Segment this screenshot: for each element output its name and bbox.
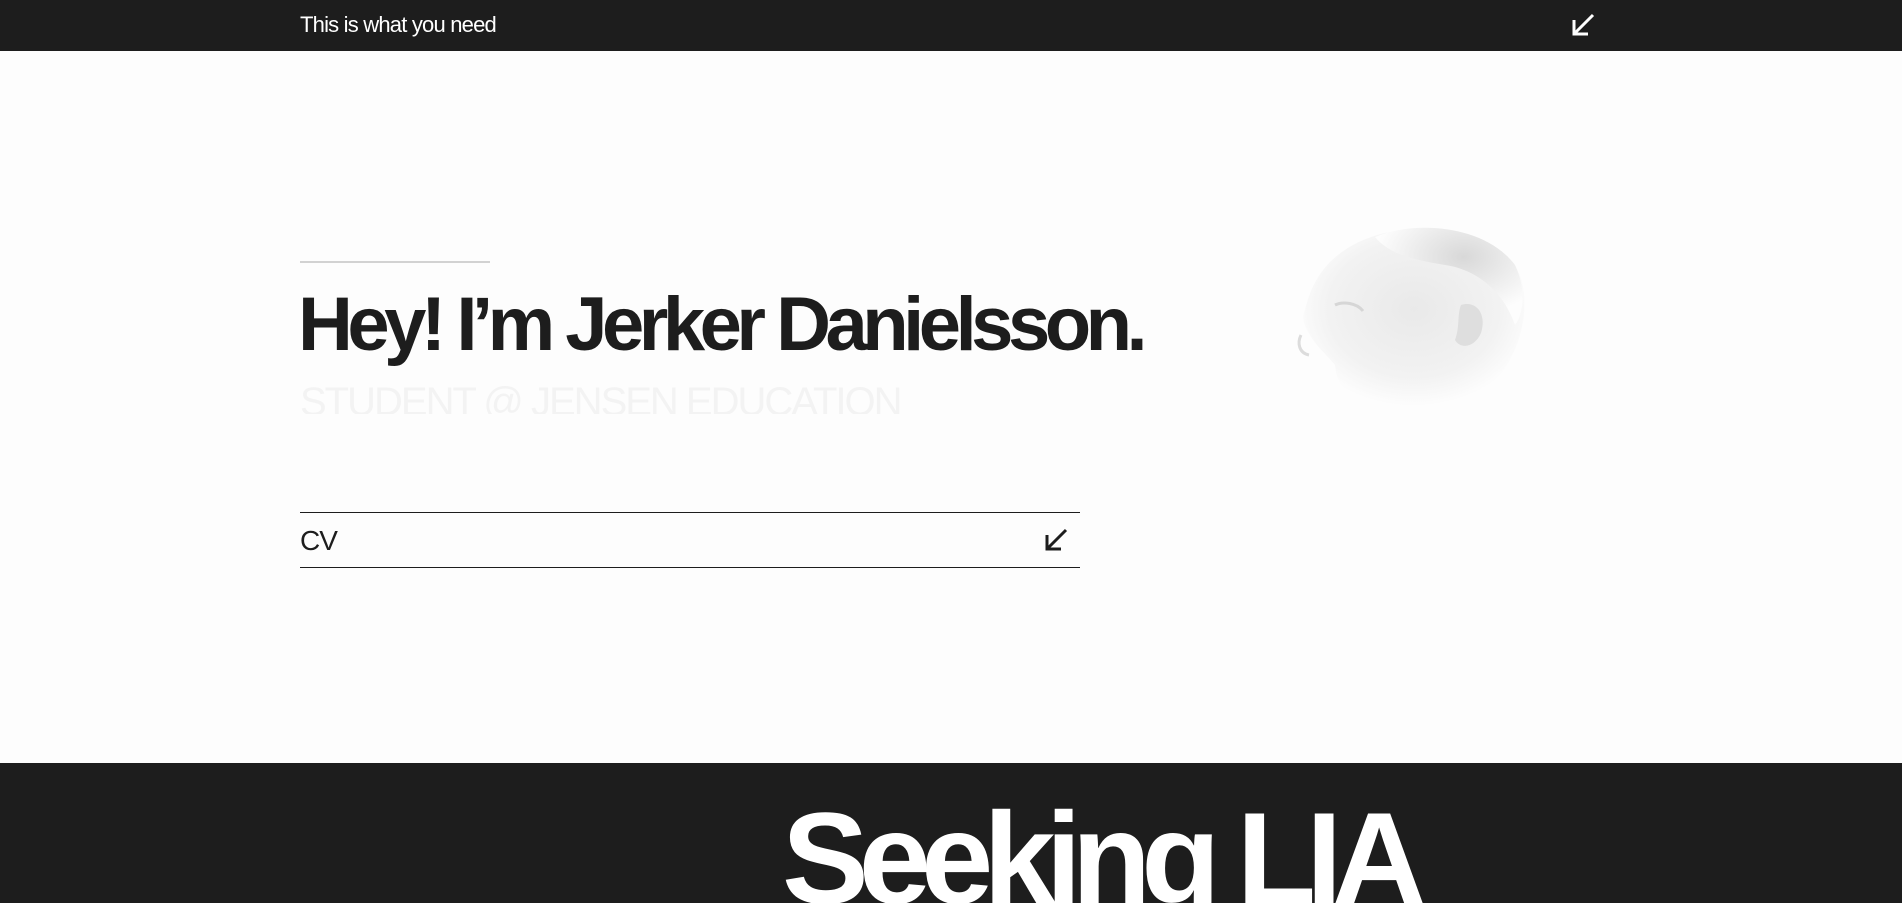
page-title: Hey! I’m Jerker Danielsson. [298,282,1148,367]
arrow-down-left-icon [1045,528,1068,551]
cv-label: CV [300,525,338,556]
divider [300,261,490,263]
hero-subtitle: STUDENT @ JENSEN EDUCATION [300,380,901,414]
arrow-down-left-icon[interactable] [1569,11,1597,39]
top-bar: This is what you need [0,0,1902,51]
banner-heading: Seeking LIA [782,785,1426,903]
cv-link[interactable]: CV [300,512,1080,568]
site-title-link[interactable]: This is what you need [300,12,497,38]
portrait-image [1297,227,1525,407]
seeking-lia-banner: Seeking LIA [0,763,1902,903]
